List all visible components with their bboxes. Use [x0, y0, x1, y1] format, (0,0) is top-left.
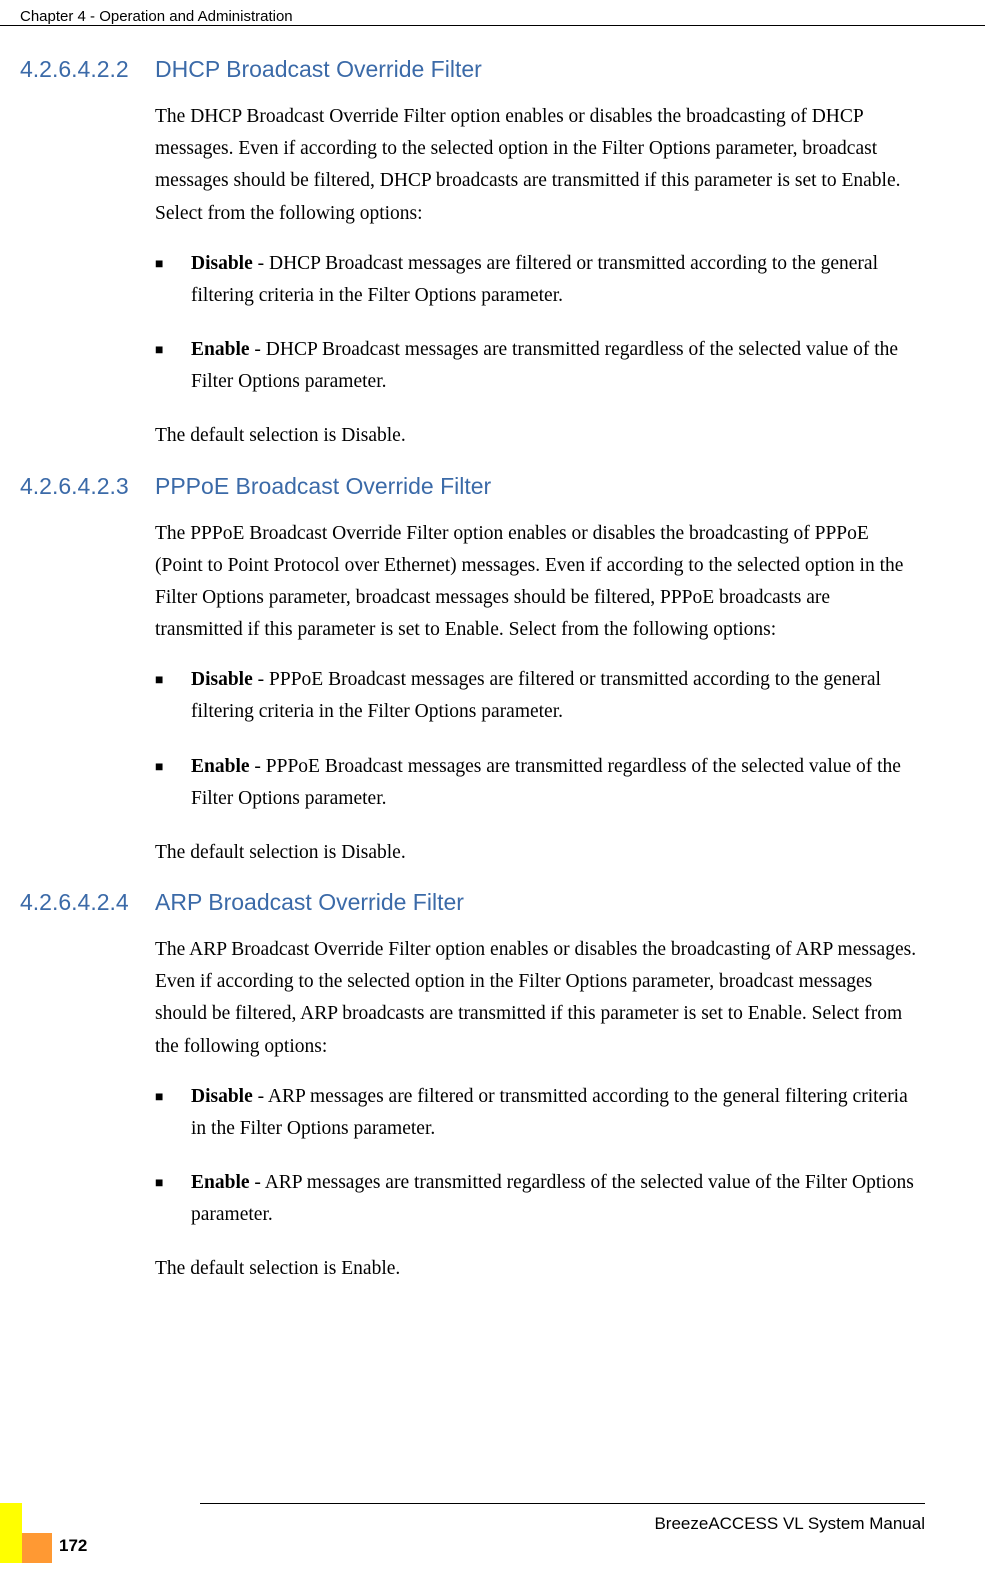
- list-item: ■ Disable - PPPoE Broadcast messages are…: [155, 664, 920, 728]
- list-item: ■ Enable - PPPoE Broadcast messages are …: [155, 751, 920, 815]
- page-content: 4.2.6.4.2.2 DHCP Broadcast Override Filt…: [0, 26, 985, 1286]
- section-title: ARP Broadcast Override Filter: [155, 889, 920, 916]
- section-arp: 4.2.6.4.2.4 ARP Broadcast Override Filte…: [20, 889, 920, 1286]
- section-intro: The PPPoE Broadcast Override Filter opti…: [155, 518, 920, 647]
- section-number: 4.2.6.4.2.3: [20, 473, 155, 500]
- section-pppoe: 4.2.6.4.2.3 PPPoE Broadcast Override Fil…: [20, 473, 920, 870]
- bullet-text: Disable - DHCP Broadcast messages are fi…: [191, 248, 920, 312]
- footer-rule: [200, 1503, 925, 1504]
- bullet-text: Enable - PPPoE Broadcast messages are tr…: [191, 751, 920, 815]
- section-outro: The default selection is Disable.: [155, 420, 920, 452]
- bullet-icon: ■: [155, 664, 191, 728]
- section-intro: The ARP Broadcast Override Filter option…: [155, 934, 920, 1063]
- page-header: Chapter 4 - Operation and Administration: [0, 0, 985, 26]
- section-title: PPPoE Broadcast Override Filter: [155, 473, 920, 500]
- page-number: 172: [59, 1536, 87, 1556]
- list-item: ■ Disable - DHCP Broadcast messages are …: [155, 248, 920, 312]
- bullet-list: ■ Disable - DHCP Broadcast messages are …: [155, 248, 920, 399]
- yellow-bar: [0, 1503, 22, 1563]
- section-title: DHCP Broadcast Override Filter: [155, 56, 920, 83]
- manual-name: BreezeACCESS VL System Manual: [0, 1514, 985, 1534]
- bullet-list: ■ Disable - ARP messages are filtered or…: [155, 1081, 920, 1232]
- list-item: ■ Enable - ARP messages are transmitted …: [155, 1167, 920, 1231]
- bullet-icon: ■: [155, 1081, 191, 1145]
- section-outro: The default selection is Disable.: [155, 837, 920, 869]
- list-item: ■ Enable - DHCP Broadcast messages are t…: [155, 334, 920, 398]
- bullet-list: ■ Disable - PPPoE Broadcast messages are…: [155, 664, 920, 815]
- list-item: ■ Disable - ARP messages are filtered or…: [155, 1081, 920, 1145]
- page-footer: BreezeACCESS VL System Manual 172: [0, 1503, 985, 1563]
- section-intro: The DHCP Broadcast Override Filter optio…: [155, 101, 920, 230]
- section-heading: 4.2.6.4.2.2 DHCP Broadcast Override Filt…: [20, 56, 920, 83]
- section-dhcp: 4.2.6.4.2.2 DHCP Broadcast Override Filt…: [20, 56, 920, 453]
- bullet-icon: ■: [155, 751, 191, 815]
- bullet-text: Enable - ARP messages are transmitted re…: [191, 1167, 920, 1231]
- section-number: 4.2.6.4.2.4: [20, 889, 155, 916]
- section-number: 4.2.6.4.2.2: [20, 56, 155, 83]
- bullet-text: Disable - PPPoE Broadcast messages are f…: [191, 664, 920, 728]
- section-heading: 4.2.6.4.2.3 PPPoE Broadcast Override Fil…: [20, 473, 920, 500]
- bullet-text: Disable - ARP messages are filtered or t…: [191, 1081, 920, 1145]
- section-outro: The default selection is Enable.: [155, 1253, 920, 1285]
- bullet-icon: ■: [155, 334, 191, 398]
- bullet-text: Enable - DHCP Broadcast messages are tra…: [191, 334, 920, 398]
- chapter-title: Chapter 4 - Operation and Administration: [20, 8, 293, 25]
- orange-block: [22, 1533, 52, 1563]
- section-heading: 4.2.6.4.2.4 ARP Broadcast Override Filte…: [20, 889, 920, 916]
- bullet-icon: ■: [155, 248, 191, 312]
- bullet-icon: ■: [155, 1167, 191, 1231]
